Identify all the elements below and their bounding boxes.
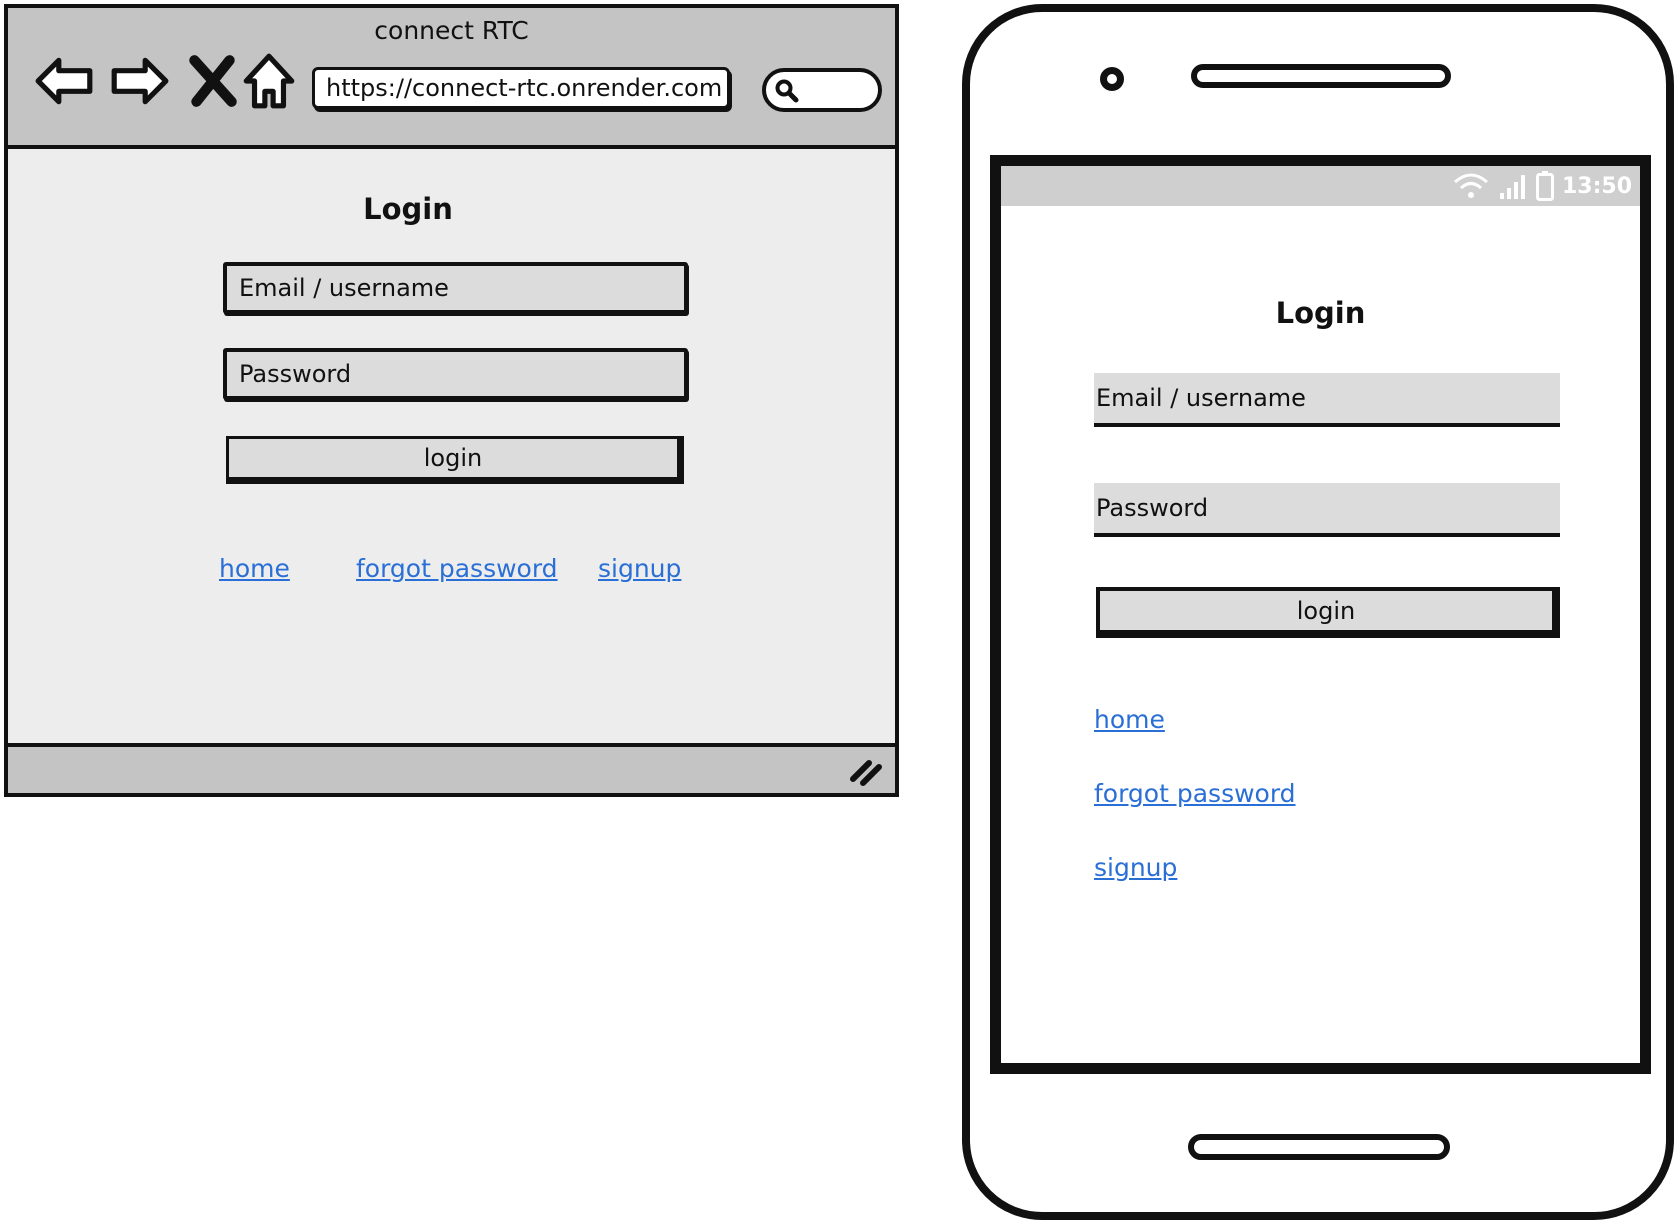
browser-title: connect RTC (374, 16, 529, 45)
page-title: Login (1275, 296, 1366, 330)
forward-arrow-icon[interactable] (108, 50, 170, 112)
browser-window: connect RTC https://connect-rtc.onrender… (4, 4, 899, 797)
signal-icon (1499, 175, 1525, 199)
stop-x-icon[interactable] (182, 50, 244, 112)
login-button[interactable]: login (226, 436, 684, 484)
forgot-password-link[interactable]: forgot password (1094, 779, 1296, 808)
battery-icon (1535, 171, 1554, 201)
phone-screen: 13:50 Login login home forgot password s… (990, 155, 1651, 1074)
browser-toolbar: connect RTC https://connect-rtc.onrender… (8, 8, 895, 149)
home-icon[interactable] (238, 50, 300, 112)
password-field[interactable] (223, 348, 688, 400)
status-time: 13:50 (1561, 173, 1632, 199)
speaker-grille (1191, 64, 1451, 88)
password-field[interactable] (1094, 483, 1560, 537)
login-button[interactable]: login (1096, 587, 1560, 638)
signup-link[interactable]: signup (598, 554, 681, 583)
email-field[interactable] (1094, 373, 1560, 427)
browser-search-box[interactable] (762, 68, 882, 112)
wifi-icon (1453, 173, 1488, 198)
url-bar[interactable]: https://connect-rtc.onrender.com (312, 67, 730, 109)
back-arrow-icon[interactable] (34, 50, 96, 112)
phone-home-button[interactable] (1188, 1134, 1450, 1160)
page-title: Login (363, 192, 453, 226)
home-link[interactable]: home (1094, 705, 1165, 734)
search-icon (775, 79, 799, 103)
resize-grip-icon[interactable] (849, 755, 885, 787)
browser-status-bar (8, 743, 895, 793)
camera-icon (1100, 67, 1124, 91)
home-link[interactable]: home (219, 554, 290, 583)
email-field[interactable] (223, 262, 688, 314)
signup-link[interactable]: signup (1094, 853, 1177, 882)
forgot-password-link[interactable]: forgot password (356, 554, 558, 583)
phone-status-bar: 13:50 (1001, 166, 1640, 206)
